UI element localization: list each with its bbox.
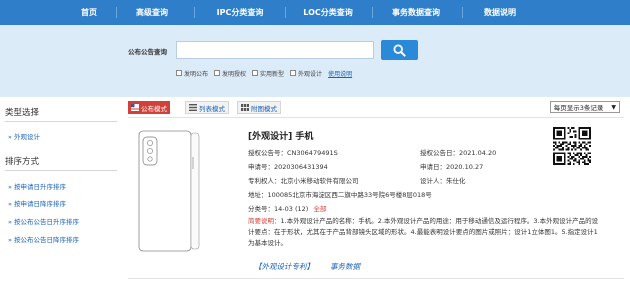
abstract-text: 1.本外观设计产品的名称：手机。2.本外观设计产品的用途：用于移动通信及运行程序… [248,217,599,247]
dropdown-arrow-icon: ▼ [611,103,616,111]
nav-ipc-search[interactable]: IPC分类查询 [208,0,272,25]
filter-invention-grant[interactable]: 发明授权 [214,69,246,78]
nav-advanced-search[interactable]: 高级查询 [128,0,176,25]
result-toolbar: 公布模式 列表模式 附图模式 每页显示3条记录 ▼ [128,101,624,115]
flag-icon [131,104,139,111]
field-label: 分类号： [248,205,274,213]
checkbox[interactable] [290,70,297,76]
per-page-value: 每页显示3条记录 [553,104,604,112]
grant-date-value: 2021.04.20 [459,149,497,157]
help-link[interactable]: 使用说明 [328,69,352,78]
sort-app-date-desc[interactable]: » 按申请日降序排序 [8,198,66,208]
address-value: 100085北京市海淀区西二旗中路33号院6号楼8层018号 [267,191,432,199]
application-date-value: 2020.10.27 [446,163,484,171]
per-page-select[interactable]: 每页显示3条记录 ▼ [549,101,620,113]
grant-number-field: 授权公告号：CN306479491S [248,147,338,157]
type-design-link[interactable]: » 外观设计 [8,131,40,141]
patentee-value: 北京小米移动软件有限公司 [280,177,359,185]
field-label: 申请日： [420,163,446,171]
search-input[interactable] [176,41,374,59]
top-navigation: 首页 高级查询 IPC分类查询 LOC分类查询 事务数据查询 数据说明 [0,0,630,25]
nav-divider [194,7,195,18]
abstract: 简要说明：1.本外观设计产品的名称：手机。2.本外观设计产品的用途：用于移动通信… [248,216,603,249]
field-label: 申请号： [248,163,274,171]
list-icon [189,104,197,111]
sort-pub-date-asc[interactable]: » 按公布公告日升序排序 [8,216,79,226]
record-title[interactable]: [外观设计] 手机 [248,129,313,142]
nav-transaction-search[interactable]: 事务数据查询 [384,0,448,25]
patentee-field: 专利权人：北京小米移动软件有限公司 [248,175,359,185]
sort-app-date-asc[interactable]: » 按申请日升序排序 [8,181,66,191]
grid-icon [241,104,249,111]
nav-home[interactable]: 首页 [72,0,106,25]
filter-label: 发明授权 [222,70,247,78]
field-label: 授权公告日： [420,149,459,157]
nav-divider [285,7,286,18]
divider [128,117,624,118]
checkbox[interactable] [176,70,182,76]
application-number-value: 2020306431394 [274,163,328,171]
nav-loc-search[interactable]: LOC分类查询 [296,0,360,25]
classification-all-link[interactable]: 全部 [313,205,326,213]
qr-code-image [553,127,591,165]
classification-value: 14-03 (12) [274,205,309,213]
field-label: 授权公告号： [248,149,287,157]
filter-design[interactable]: 外观设计 [290,69,322,78]
grant-date-field: 授权公告日：2021.04.20 [420,147,496,157]
field-label: 地址： [248,191,268,199]
design-thumbnail-image[interactable] [133,127,209,257]
filter-label: 发明公布 [184,70,209,78]
field-label: 设计人： [420,177,446,185]
nav-divider [462,7,463,18]
nav-data-description[interactable]: 数据说明 [476,0,524,25]
search-label: 公布公告查询 [128,48,167,56]
view-label: 公布模式 [141,104,167,113]
search-button[interactable] [381,40,418,60]
filter-invention-publication[interactable]: 发明公布 [176,69,208,78]
checkbox[interactable] [214,70,221,76]
sort-title: 排序方式 [5,157,40,167]
designer-value: 朱仕化 [446,177,466,185]
search-panel: 公布公告查询 发明公布 发明授权 实用新型 外观设计 使用说明 [0,25,630,97]
search-icon [393,44,406,57]
classification-field: 分类号：14-03 (12) 全部 [248,203,326,213]
field-label: 专利权人： [248,177,281,185]
divider [5,121,117,122]
filter-label: 外观设计 [298,70,323,78]
address-field: 地址：100085北京市海淀区西二旗中路33号院6号楼8层018号 [248,189,432,199]
grant-number-value: CN306479491S [287,149,338,157]
nav-divider [116,7,117,18]
design-patent-link[interactable]: 【外观设计专利】 [254,262,314,271]
divider [128,278,624,279]
search-filters: 发明公布 发明授权 实用新型 外观设计 使用说明 [176,68,352,78]
view-label: 列表模式 [199,104,225,113]
designer-field: 设计人：朱仕化 [420,175,466,185]
record-links: 【外观设计专利】 事务数据 [254,261,376,272]
filter-utility-model[interactable]: 实用新型 [252,69,284,78]
application-number-field: 申请号：2020306431394 [248,161,328,171]
type-filter-title: 类型选择 [5,108,40,118]
divider [5,170,117,171]
view-image-mode[interactable]: 附图模式 [237,101,281,114]
checkbox[interactable] [252,70,259,76]
sidebar: 类型选择 » 外观设计 排序方式 » 按申请日升序排序 » 按申请日降序排序 »… [0,97,120,282]
transaction-data-link[interactable]: 事务数据 [330,262,360,271]
view-publication-mode[interactable]: 公布模式 [128,101,170,114]
abstract-label: 简要说明： [248,217,281,225]
sort-pub-date-desc[interactable]: » 按公布公告日降序排序 [8,234,79,244]
nav-divider [372,7,373,18]
application-date-field: 申请日：2020.10.27 [420,161,483,171]
view-list-mode[interactable]: 列表模式 [185,101,229,114]
view-label: 附图模式 [251,104,277,113]
filter-label: 实用新型 [260,70,285,78]
